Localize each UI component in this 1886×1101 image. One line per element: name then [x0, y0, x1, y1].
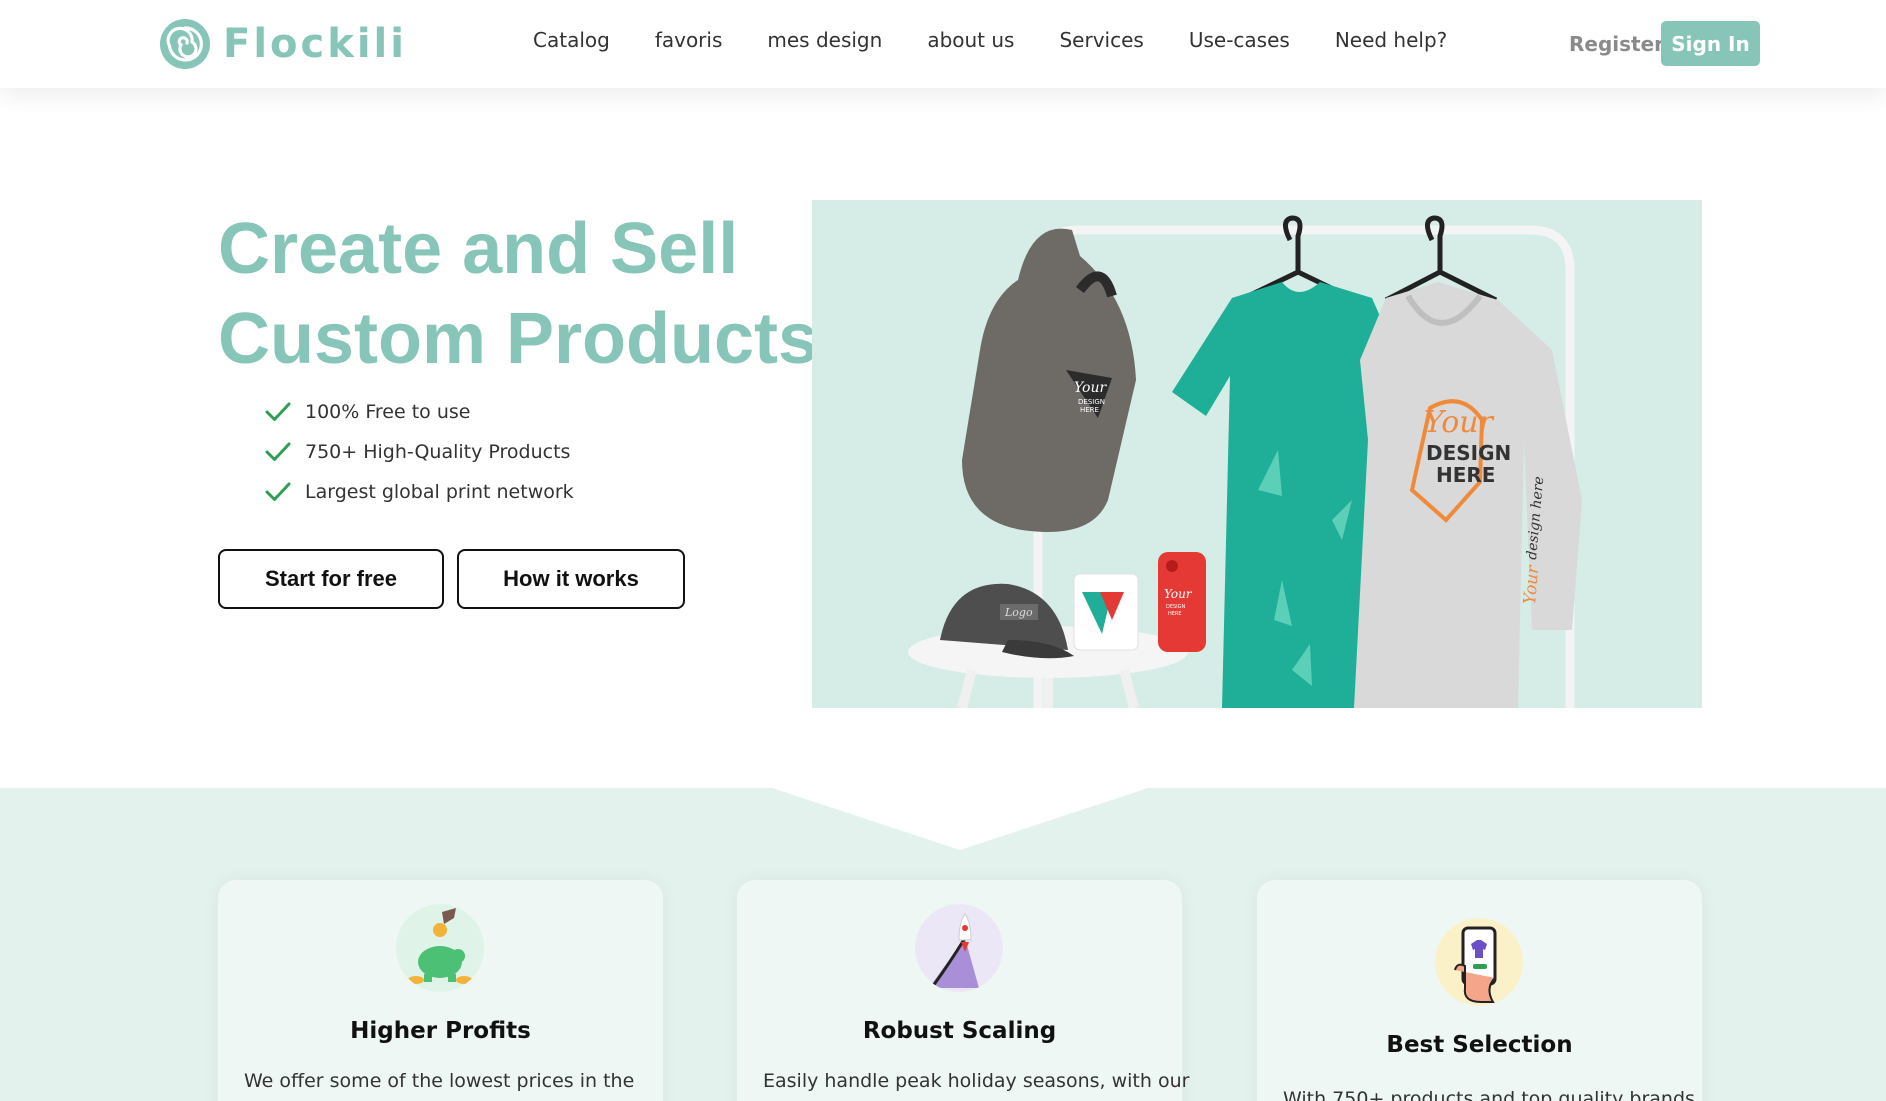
check-icon	[265, 442, 291, 461]
benefit-text: With 750+ products and top quality brand…	[1283, 1088, 1695, 1101]
hoodie-print-your: Your	[1424, 405, 1495, 440]
benefit-card-best-selection: Best Selection With 750+ products and to…	[1257, 880, 1702, 1101]
benefit-title: Higher Profits	[350, 1018, 531, 1044]
case-print-your: Your	[1164, 587, 1193, 601]
cap-print-logo: Logo	[1004, 606, 1033, 619]
check-icon	[265, 482, 291, 501]
nav-need-help[interactable]: Need help?	[1335, 28, 1447, 52]
benefit-card-higher-profits: Higher Profits We offer some of the lowe…	[218, 880, 663, 1101]
nav-about-us[interactable]: about us	[927, 28, 1014, 52]
start-for-free-button[interactable]: Start for free	[218, 549, 444, 609]
feature-text: 750+ High-Quality Products	[305, 441, 571, 463]
section-divider-notch	[772, 788, 1148, 850]
main-nav: Catalog favoris mes design about us Serv…	[533, 28, 1492, 52]
feature-item: Largest global print network	[265, 472, 574, 512]
hero-title-line-2: Custom Products	[218, 299, 819, 379]
nav-catalog[interactable]: Catalog	[533, 28, 610, 52]
nav-use-cases[interactable]: Use-cases	[1189, 28, 1290, 52]
register-link[interactable]: Register	[1569, 32, 1664, 56]
hoodie-print-here: HERE	[1436, 463, 1495, 487]
sign-in-button[interactable]: Sign In	[1661, 21, 1760, 66]
rocket-growth-icon	[915, 904, 1003, 992]
benefit-title: Robust Scaling	[862, 1018, 1057, 1044]
brand-name: Flockili	[223, 21, 407, 67]
benefit-text: We offer some of the lowest prices in th…	[244, 1070, 635, 1092]
hero-title: Create and Sell Custom Products	[218, 204, 818, 384]
backpack-print-design: DESIGN	[1078, 398, 1105, 406]
nav-services[interactable]: Services	[1059, 28, 1143, 52]
backpack-print-your: Your	[1074, 380, 1107, 396]
feature-item: 100% Free to use	[265, 392, 574, 432]
merch-illustration: Your DESIGN HERE Your design here Your D…	[908, 215, 1582, 708]
check-icon	[265, 402, 291, 421]
hero-title-line-1: Create and Sell	[218, 209, 739, 289]
benefit-text: Easily handle peak holiday seasons, with…	[763, 1070, 1190, 1092]
hoodie-print-design: DESIGN	[1426, 441, 1511, 465]
benefit-card-robust-scaling: Robust Scaling Easily handle peak holida…	[737, 880, 1189, 1101]
sleeve-print-your: Your	[1520, 564, 1543, 606]
case-print-here: HERE	[1168, 611, 1182, 617]
benefit-title: Best Selection	[1386, 1032, 1573, 1058]
feature-list: 100% Free to use 750+ High-Quality Produ…	[265, 392, 574, 512]
nav-favoris[interactable]: favoris	[655, 28, 723, 52]
top-navbar: Flockili Catalog favoris mes design abou…	[0, 0, 1886, 88]
spiral-logo-icon	[160, 19, 210, 69]
phone-shopping-icon	[1435, 918, 1523, 1006]
feature-text: 100% Free to use	[305, 401, 471, 423]
piggy-bank-icon	[396, 904, 484, 992]
brand-logo[interactable]: Flockili	[159, 18, 407, 70]
case-print-design: DESIGN	[1166, 604, 1186, 610]
nav-mes-design[interactable]: mes design	[767, 28, 882, 52]
hero-product-image: Your DESIGN HERE Your design here Your D…	[812, 200, 1702, 708]
backpack-print-here: HERE	[1080, 406, 1099, 414]
how-it-works-button[interactable]: How it works	[457, 549, 685, 609]
feature-text: Largest global print network	[305, 481, 574, 503]
feature-item: 750+ High-Quality Products	[265, 432, 574, 472]
